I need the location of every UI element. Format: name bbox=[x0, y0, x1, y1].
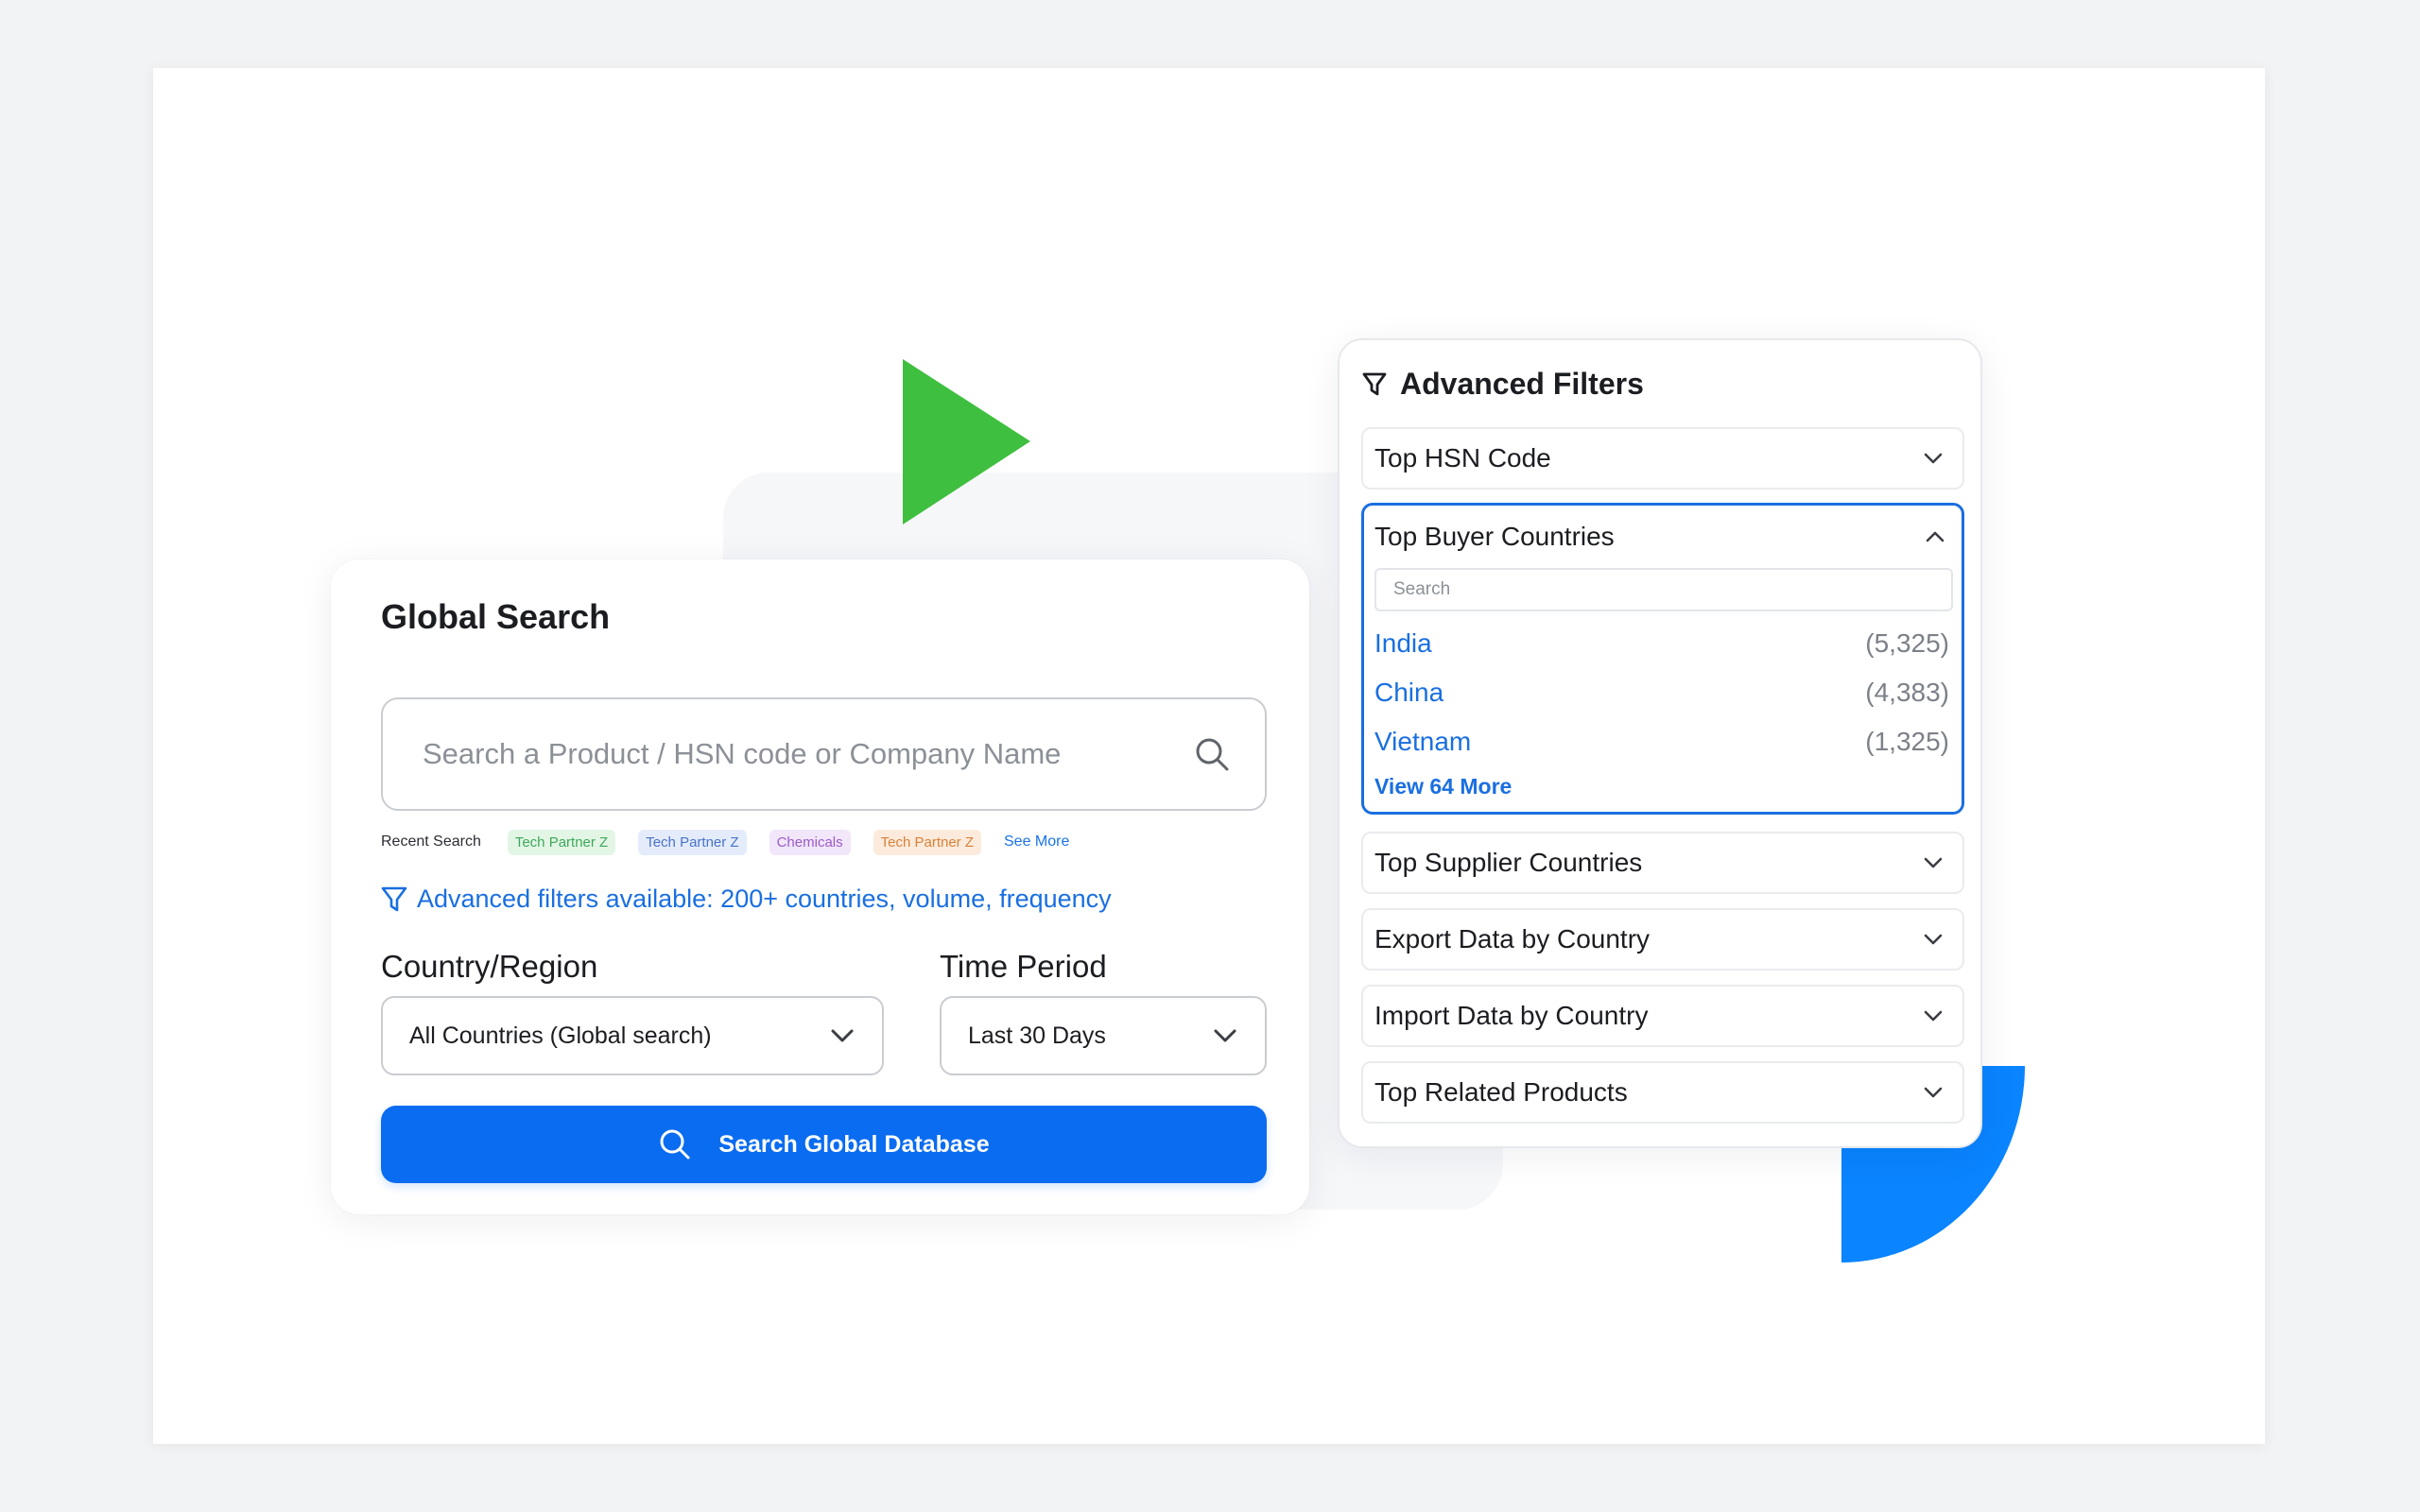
advanced-filters-title: Advanced Filters bbox=[1400, 367, 1644, 401]
advanced-filters-note[interactable]: Advanced filters available: 200+ countri… bbox=[381, 885, 1112, 914]
accordion-label: Top Buyer Countries bbox=[1374, 522, 1615, 551]
country-item-china[interactable]: China (4,383) bbox=[1374, 674, 1949, 712]
search-icon[interactable] bbox=[1193, 735, 1231, 773]
search-icon bbox=[660, 1129, 690, 1160]
country-region-value: All Countries (Global search) bbox=[409, 1022, 712, 1049]
search-global-database-button[interactable]: Search Global Database bbox=[381, 1106, 1267, 1183]
recent-chip-1[interactable]: Tech Partner Z bbox=[507, 829, 616, 855]
see-more-link[interactable]: See More bbox=[1004, 833, 1069, 850]
chevron-down-icon bbox=[831, 1029, 854, 1042]
global-search-card: Global Search Recent Search Tech Partner… bbox=[331, 559, 1309, 1214]
country-count: (5,325) bbox=[1865, 628, 1949, 658]
accordion-label: Import Data by Country bbox=[1374, 1001, 1649, 1030]
chevron-down-icon bbox=[1924, 1010, 1943, 1022]
recent-search-row: Recent Search Tech Partner Z Tech Partne… bbox=[381, 828, 1069, 856]
advanced-filters-header: Advanced Filters bbox=[1362, 367, 1644, 402]
accordion-top-supplier-countries[interactable]: Top Supplier Countries bbox=[1361, 832, 1964, 894]
accordion-header-top-buyer-countries[interactable]: Top Buyer Countries bbox=[1374, 515, 1953, 558]
filter-icon bbox=[1362, 372, 1387, 395]
chevron-down-icon bbox=[1924, 857, 1943, 868]
country-region-label: Country/Region bbox=[381, 949, 598, 984]
recent-chip-4[interactable]: Tech Partner Z bbox=[873, 829, 981, 855]
advanced-filters-panel: Advanced Filters Top HSN Code Top Buyer … bbox=[1338, 338, 1982, 1148]
accordion-export-data-by-country[interactable]: Export Data by Country bbox=[1361, 908, 1964, 971]
country-name[interactable]: Vietnam bbox=[1374, 727, 1471, 757]
recent-chip-2[interactable]: Tech Partner Z bbox=[638, 829, 747, 855]
advanced-filters-note-text: Advanced filters available: 200+ countri… bbox=[417, 885, 1112, 913]
country-count: (4,383) bbox=[1865, 678, 1949, 707]
country-count: (1,325) bbox=[1865, 727, 1949, 756]
play-triangle-icon bbox=[903, 359, 1030, 524]
country-name[interactable]: India bbox=[1374, 628, 1432, 659]
recent-search-label: Recent Search bbox=[381, 833, 481, 850]
country-item-india[interactable]: India (5,325) bbox=[1374, 625, 1949, 662]
time-period-label: Time Period bbox=[940, 949, 1107, 984]
chevron-down-icon bbox=[1924, 1087, 1943, 1098]
filter-icon bbox=[381, 886, 407, 911]
accordion-top-hsn-code[interactable]: Top HSN Code bbox=[1361, 427, 1964, 490]
view-more-countries-link[interactable]: View 64 More bbox=[1374, 774, 1512, 799]
accordion-top-related-products[interactable]: Top Related Products bbox=[1361, 1061, 1964, 1124]
global-search-title: Global Search bbox=[381, 597, 611, 636]
chevron-down-icon bbox=[1924, 934, 1943, 945]
accordion-label: Top Supplier Countries bbox=[1374, 848, 1643, 877]
country-name[interactable]: China bbox=[1374, 678, 1443, 708]
chevron-down-icon bbox=[1214, 1029, 1236, 1042]
buyer-countries-search-input[interactable] bbox=[1374, 568, 1953, 611]
country-region-select[interactable]: All Countries (Global search) bbox=[381, 996, 884, 1075]
country-item-vietnam[interactable]: Vietnam (1,325) bbox=[1374, 723, 1949, 761]
search-global-database-label: Search Global Database bbox=[718, 1130, 990, 1158]
accordion-import-data-by-country[interactable]: Import Data by Country bbox=[1361, 985, 1964, 1047]
search-input[interactable] bbox=[423, 737, 1193, 771]
time-period-value: Last 30 Days bbox=[968, 1022, 1106, 1049]
accordion-top-buyer-countries: Top Buyer Countries India (5,325) China … bbox=[1361, 503, 1964, 815]
accordion-label: Top Related Products bbox=[1374, 1077, 1628, 1107]
recent-chip-3[interactable]: Chemicals bbox=[769, 829, 851, 855]
accordion-label: Top HSN Code bbox=[1374, 443, 1551, 472]
accordion-label: Export Data by Country bbox=[1374, 924, 1651, 954]
search-box[interactable] bbox=[381, 697, 1267, 811]
chevron-up-icon bbox=[1926, 531, 1945, 542]
chevron-down-icon bbox=[1924, 453, 1943, 464]
time-period-select[interactable]: Last 30 Days bbox=[940, 996, 1267, 1075]
